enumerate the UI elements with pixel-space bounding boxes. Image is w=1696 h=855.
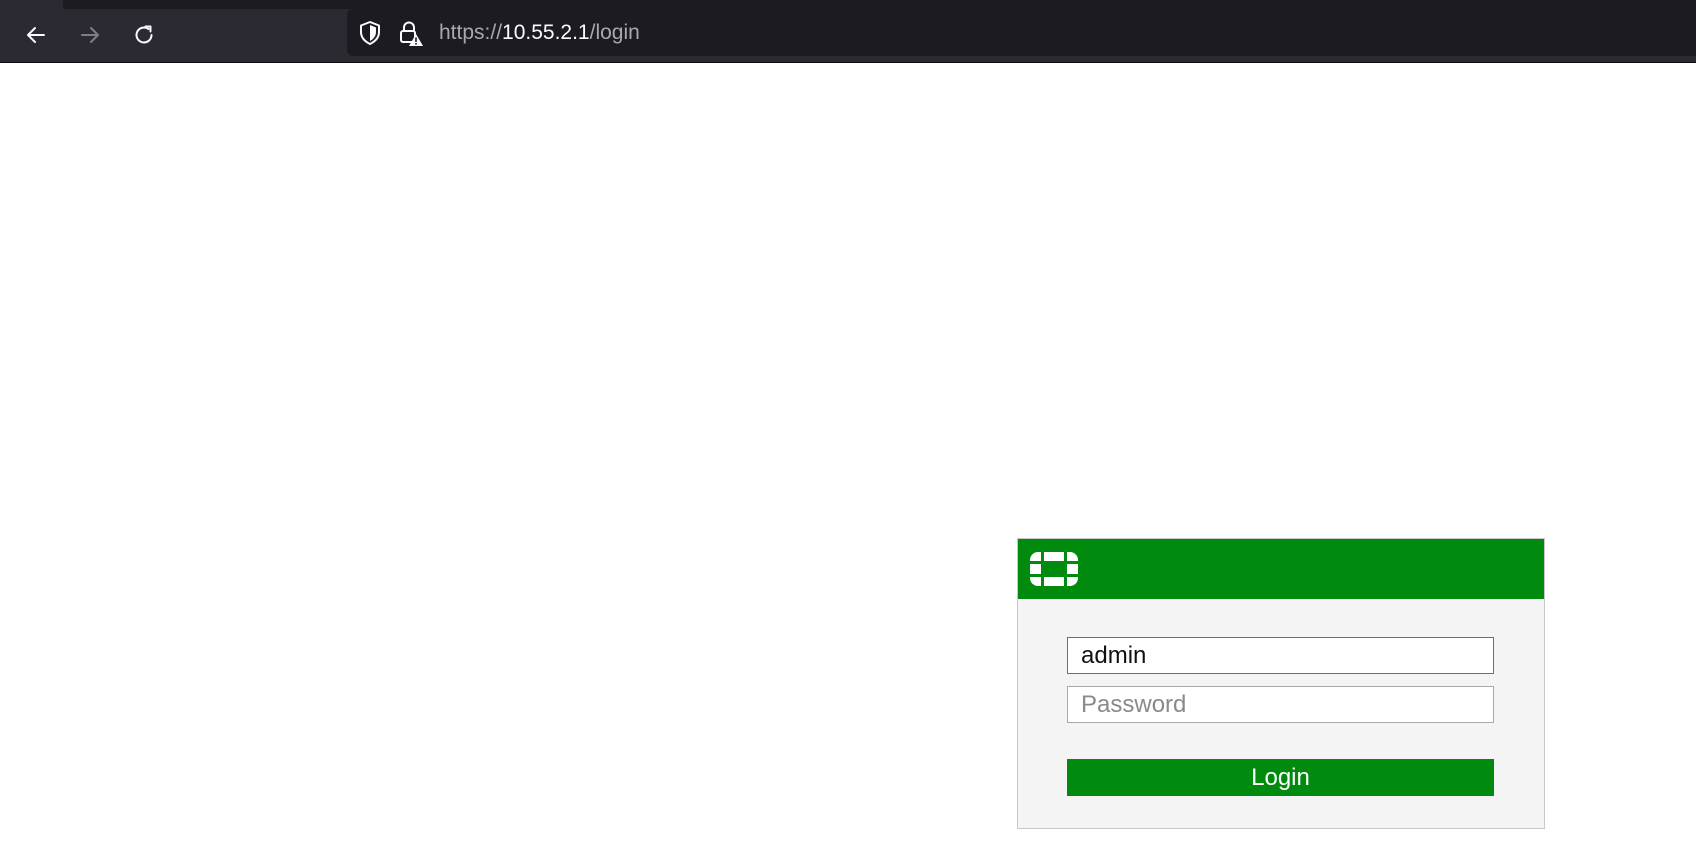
address-bar[interactable]: https://10.55.2.1/login <box>347 9 1696 56</box>
login-panel: Login <box>1017 538 1545 829</box>
url-path: /login <box>589 21 640 44</box>
tab-strip-edge <box>0 0 1696 9</box>
forward-button[interactable] <box>72 17 108 53</box>
url-scheme: https:// <box>439 21 503 44</box>
browser-toolbar: https://10.55.2.1/login <box>0 0 1696 63</box>
password-input[interactable] <box>1067 686 1494 723</box>
url-host: 10.55.2.1 <box>502 21 590 44</box>
fortinet-logo-icon <box>1030 552 1078 586</box>
arrow-left-icon <box>27 27 45 43</box>
shield-icon[interactable] <box>358 20 382 50</box>
reload-button[interactable] <box>126 17 162 53</box>
back-button[interactable] <box>18 17 54 53</box>
arrow-right-icon <box>81 27 99 43</box>
url-text[interactable]: https://10.55.2.1/login <box>439 20 640 46</box>
lock-warning-icon[interactable] <box>396 19 424 51</box>
login-button[interactable]: Login <box>1067 759 1494 796</box>
username-input[interactable] <box>1067 637 1494 674</box>
active-tab-edge <box>0 0 63 9</box>
login-header <box>1018 539 1544 599</box>
reload-icon <box>135 25 153 44</box>
